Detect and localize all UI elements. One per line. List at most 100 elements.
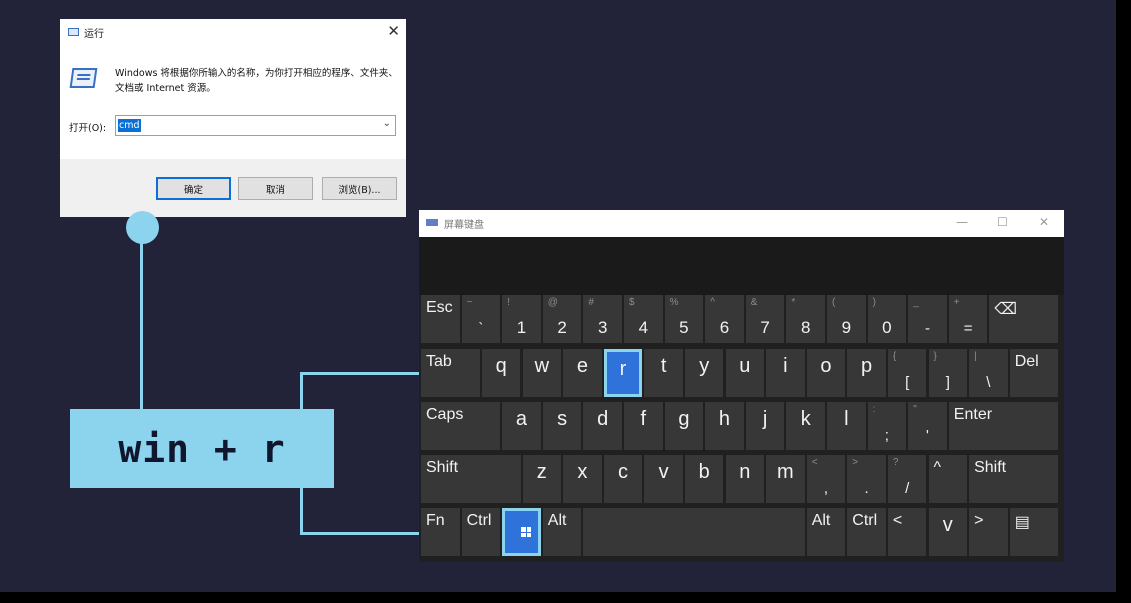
key-d[interactable]: d (583, 402, 622, 450)
connector-line (140, 240, 143, 410)
key-v[interactable]: v (644, 455, 683, 503)
key-Ctrl[interactable]: Ctrl (461, 508, 501, 556)
close-icon[interactable]: ✕ (1039, 215, 1049, 229)
ok-button[interactable]: 确定 (156, 177, 231, 200)
key-q[interactable]: q (481, 349, 521, 397)
key-92[interactable]: | \ (969, 349, 1008, 397)
browse-button[interactable]: 浏览(B)... (322, 177, 397, 200)
key-m[interactable]: m (766, 455, 805, 503)
key-44[interactable]: <, (806, 455, 846, 503)
key-1[interactable]: ! 1 (502, 295, 541, 343)
key-96[interactable]: ~ ` (461, 295, 501, 343)
key-shift-label: & (750, 297, 758, 308)
on-screen-keyboard: 屏幕键盘 — ☐ ✕ Esc ~ `! 1 @2 #3 $4% 5 ^ 6 & 7 * 8(9) 0 _ - + =… (419, 210, 1064, 562)
key-p[interactable]: p (847, 349, 886, 397)
open-combobox[interactable]: cmd ⌄ (115, 115, 396, 136)
key-39[interactable]: " ' (908, 402, 947, 450)
chevron-down-icon[interactable]: ⌄ (383, 118, 391, 129)
key-5[interactable]: % 5 (664, 295, 704, 343)
key-n[interactable]: n (725, 455, 765, 503)
key-9[interactable]: (9 (827, 295, 866, 343)
key-label: 6 (719, 318, 730, 337)
key-label: v (942, 514, 953, 536)
key-47[interactable]: ? / (887, 455, 927, 503)
key-space[interactable] (583, 508, 805, 556)
key-windows[interactable] (502, 508, 541, 556)
key-label: n (739, 461, 751, 483)
key-2[interactable]: @2 (542, 295, 582, 343)
key-9636[interactable]: ▤ (1009, 508, 1059, 556)
key-g[interactable]: g (664, 402, 704, 450)
key-label: o (820, 355, 832, 377)
key-Esc[interactable]: Esc (421, 295, 460, 343)
key-label: Alt (547, 512, 567, 529)
key-k[interactable]: k (786, 402, 825, 450)
key-l[interactable]: l (827, 402, 866, 450)
key-s[interactable]: s (542, 402, 582, 450)
key-label: ` (478, 320, 484, 337)
key-u[interactable]: u (725, 349, 765, 397)
key-Del[interactable]: Del (1009, 349, 1059, 397)
key-label: 7 (760, 318, 770, 337)
key-8[interactable]: * 8 (786, 295, 825, 343)
key-9003[interactable]: ⌫ (989, 295, 1059, 343)
key-46[interactable]: >. (847, 455, 886, 503)
key-Caps[interactable]: Caps (421, 402, 501, 450)
cancel-button[interactable]: 取消 (238, 177, 313, 200)
key-Ctrl[interactable]: Ctrl (847, 508, 886, 556)
key-label: 8 (800, 318, 811, 337)
key-shift-label: ( (832, 297, 836, 308)
key-z[interactable]: z (522, 455, 562, 503)
key-e[interactable]: e (563, 349, 602, 397)
key-59[interactable]: :; (867, 402, 907, 450)
key-Fn[interactable]: Fn (421, 508, 460, 556)
key-4[interactable]: $4 (624, 295, 663, 343)
key-x[interactable]: x (563, 455, 602, 503)
key-label: e (576, 355, 588, 377)
key-a[interactable]: a (502, 402, 541, 450)
key-shift-label: ? (892, 457, 899, 468)
key-r[interactable]: r (603, 349, 643, 397)
key-Alt[interactable]: Alt (542, 508, 582, 556)
close-icon[interactable]: ✕ (387, 21, 400, 41)
key-91[interactable]: {[ (887, 349, 927, 397)
key-label: z (536, 461, 547, 483)
key-3[interactable]: #3 (583, 295, 622, 343)
key-Alt[interactable]: Alt (806, 508, 846, 556)
key-label: d (597, 408, 609, 430)
key-shift-label: @ (547, 297, 558, 308)
key-v[interactable]: v (928, 508, 968, 556)
key-shift-label: ~ (466, 297, 473, 308)
key-45[interactable]: _ - (908, 295, 947, 343)
key-6[interactable]: ^ 6 (705, 295, 744, 343)
key-h[interactable]: h (705, 402, 744, 450)
key-c[interactable]: c (603, 455, 643, 503)
key-Shift[interactable]: Shift (421, 455, 521, 503)
key-j[interactable]: j (745, 402, 785, 450)
key-label: f (640, 408, 647, 430)
key-Shift[interactable]: Shift (969, 455, 1059, 503)
key-label: ▤ (1014, 514, 1030, 531)
key-b[interactable]: b (684, 455, 724, 503)
key-shift-label: _ (913, 297, 919, 308)
key-label: ⌫ (994, 301, 1018, 318)
key-w[interactable]: w (522, 349, 562, 397)
key-60[interactable]: < (887, 508, 927, 556)
key-f[interactable]: f (624, 402, 663, 450)
key-93[interactable]: }] (928, 349, 968, 397)
maximize-icon[interactable]: ☐ (997, 215, 1008, 229)
key-shift-label: # (588, 297, 594, 308)
key-Enter[interactable]: Enter (948, 402, 1059, 450)
key-o[interactable]: o (806, 349, 846, 397)
key-62[interactable]: > (969, 508, 1008, 556)
key-61[interactable]: + = (948, 295, 988, 343)
key-94[interactable]: ^ (928, 455, 968, 503)
key-Tab[interactable]: Tab (421, 349, 480, 397)
key-y[interactable]: y (684, 349, 724, 397)
key-t[interactable]: t (644, 349, 683, 397)
open-input-value[interactable]: cmd (118, 119, 141, 132)
key-0[interactable]: ) 0 (867, 295, 907, 343)
minimize-icon[interactable]: — (956, 215, 968, 229)
key-i[interactable]: i (766, 349, 805, 397)
key-7[interactable]: & 7 (745, 295, 785, 343)
